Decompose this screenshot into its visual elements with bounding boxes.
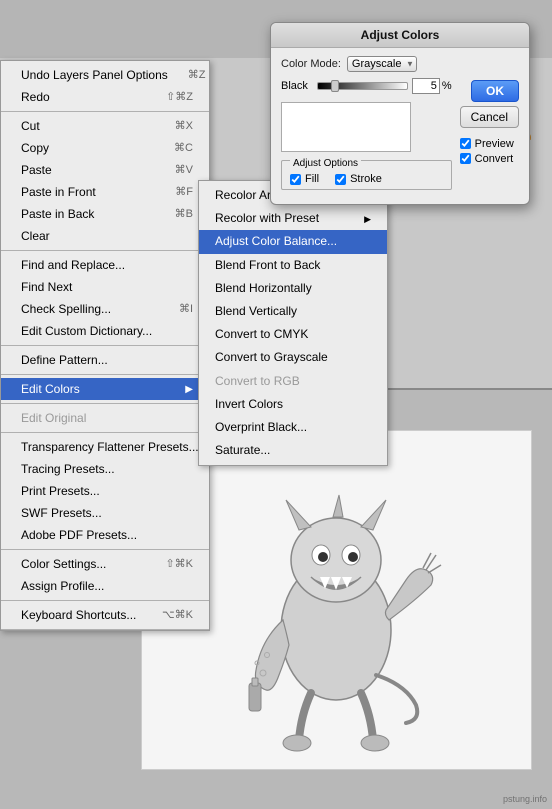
menu-paste-front[interactable]: Paste in Front ⌘F xyxy=(1,181,209,203)
adjust-colors-dialog: Adjust Colors Color Mode: Grayscale Blac… xyxy=(270,22,530,205)
submenu-adjust-color-balance[interactable]: Adjust Color Balance... xyxy=(199,230,387,253)
edit-colors-submenu: Recolor Artwork... Recolor with Preset ▶… xyxy=(198,180,388,466)
menu-define-pattern[interactable]: Define Pattern... xyxy=(1,349,209,371)
submenu-convert-cmyk[interactable]: Convert to CMYK xyxy=(199,323,387,346)
submenu-blend-front-back[interactable]: Blend Front to Back xyxy=(199,254,387,277)
convert-checkbox[interactable] xyxy=(460,153,471,164)
submenu-blend-horizontally[interactable]: Blend Horizontally xyxy=(199,277,387,300)
svg-text:✕: ✕ xyxy=(348,553,356,564)
menu-paste-back[interactable]: Paste in Back ⌘B xyxy=(1,203,209,225)
menu-assign-profile[interactable]: Assign Profile... xyxy=(1,575,209,597)
black-label: Black xyxy=(281,80,311,92)
submenu-invert-colors[interactable]: Invert Colors xyxy=(199,393,387,416)
menu-undo[interactable]: Undo Layers Panel Options ⌘Z xyxy=(1,64,209,86)
dialog-buttons: OK Cancel Preview Convert xyxy=(460,80,519,167)
menu-edit-dictionary[interactable]: Edit Custom Dictionary... xyxy=(1,320,209,342)
color-swatch-area xyxy=(281,102,411,152)
stroke-checkbox-label[interactable]: Stroke xyxy=(335,173,382,185)
menu-swf-presets[interactable]: SWF Presets... xyxy=(1,502,209,524)
cancel-button[interactable]: Cancel xyxy=(460,106,519,128)
preview-checkbox[interactable] xyxy=(460,138,471,149)
menu-section-color-settings: Color Settings... ⇧⌘K Assign Profile... xyxy=(1,550,209,601)
menu-copy[interactable]: Copy ⌘C xyxy=(1,137,209,159)
menu-section-edit-original: Edit Original xyxy=(1,404,209,433)
color-mode-label: Color Mode: xyxy=(281,58,341,70)
preview-convert-group: Preview Convert xyxy=(460,138,519,167)
submenu-convert-rgb: Convert to RGB xyxy=(199,370,387,393)
color-mode-row: Color Mode: Grayscale Black % xyxy=(281,56,519,190)
adjust-options-title: Adjust Options xyxy=(290,158,361,169)
menu-section-edit-colors: Edit Colors ▶ xyxy=(1,375,209,404)
menu-find-next[interactable]: Find Next xyxy=(1,276,209,298)
submenu-arrow-icon: ▶ xyxy=(185,382,193,397)
menu-redo[interactable]: Redo ⇧⌘Z xyxy=(1,86,209,108)
dialog-titlebar: Adjust Colors xyxy=(271,23,529,48)
menu-check-spelling[interactable]: Check Spelling... ⌘I xyxy=(1,298,209,320)
menu-tracing-presets[interactable]: Tracing Presets... xyxy=(1,458,209,480)
menu-find-replace[interactable]: Find and Replace... xyxy=(1,254,209,276)
menu-print-presets[interactable]: Print Presets... xyxy=(1,480,209,502)
fill-checkbox-label[interactable]: Fill xyxy=(290,173,319,185)
ok-button[interactable]: OK xyxy=(471,80,519,102)
adjust-options-checkboxes: Fill Stroke xyxy=(290,173,443,185)
black-slider-thumb[interactable] xyxy=(331,80,339,92)
edit-menu: Undo Layers Panel Options ⌘Z Redo ⇧⌘Z Cu… xyxy=(0,60,210,631)
svg-text:✕: ✕ xyxy=(318,553,326,564)
color-mode-select[interactable]: Grayscale xyxy=(347,56,417,72)
black-slider-row: Black % xyxy=(281,78,452,94)
menu-section-clipboard: Cut ⌘X Copy ⌘C Paste ⌘V Paste in Front ⌘… xyxy=(1,112,209,251)
preview-checkbox-label[interactable]: Preview xyxy=(460,138,519,150)
menu-section-presets: Transparency Flattener Presets... Tracin… xyxy=(1,433,209,550)
dialog-body: Color Mode: Grayscale Black % xyxy=(271,48,529,204)
menu-section-undo: Undo Layers Panel Options ⌘Z Redo ⇧⌘Z xyxy=(1,61,209,112)
menu-cut[interactable]: Cut ⌘X xyxy=(1,115,209,137)
fill-checkbox[interactable] xyxy=(290,174,301,185)
percent-sign: % xyxy=(442,80,452,92)
black-value-input[interactable] xyxy=(412,78,440,94)
menu-edit-original: Edit Original xyxy=(1,407,209,429)
menu-edit-colors[interactable]: Edit Colors ▶ xyxy=(1,378,209,400)
menu-section-pattern: Define Pattern... xyxy=(1,346,209,375)
menu-section-keyboard: Keyboard Shortcuts... ⌥⌘K xyxy=(1,601,209,630)
menu-color-settings[interactable]: Color Settings... ⇧⌘K xyxy=(1,553,209,575)
submenu-recolor-preset[interactable]: Recolor with Preset ▶ xyxy=(199,207,387,230)
color-mode-select-wrapper[interactable]: Grayscale xyxy=(347,56,417,72)
menu-keyboard-shortcuts[interactable]: Keyboard Shortcuts... ⌥⌘K xyxy=(1,604,209,626)
adjust-options-group: Adjust Options Fill Stroke xyxy=(281,160,452,190)
monster-svg: ✕ ✕ xyxy=(221,445,451,755)
submenu-convert-grayscale[interactable]: Convert to Grayscale xyxy=(199,346,387,369)
menu-clear[interactable]: Clear xyxy=(1,225,209,247)
black-slider-track[interactable] xyxy=(317,82,408,90)
menu-pdf-presets[interactable]: Adobe PDF Presets... xyxy=(1,524,209,546)
submenu-preset-arrow-icon: ▶ xyxy=(364,212,371,226)
stroke-checkbox[interactable] xyxy=(335,174,346,185)
submenu-saturate[interactable]: Saturate... xyxy=(199,439,387,462)
submenu-blend-vertically[interactable]: Blend Vertically xyxy=(199,300,387,323)
menu-paste[interactable]: Paste ⌘V xyxy=(1,159,209,181)
menu-section-find: Find and Replace... Find Next Check Spel… xyxy=(1,251,209,346)
convert-checkbox-label[interactable]: Convert xyxy=(460,153,519,165)
menu-transparency-presets[interactable]: Transparency Flattener Presets... xyxy=(1,436,209,458)
watermark: pstung.info xyxy=(503,794,547,804)
submenu-overprint-black[interactable]: Overprint Black... xyxy=(199,416,387,439)
